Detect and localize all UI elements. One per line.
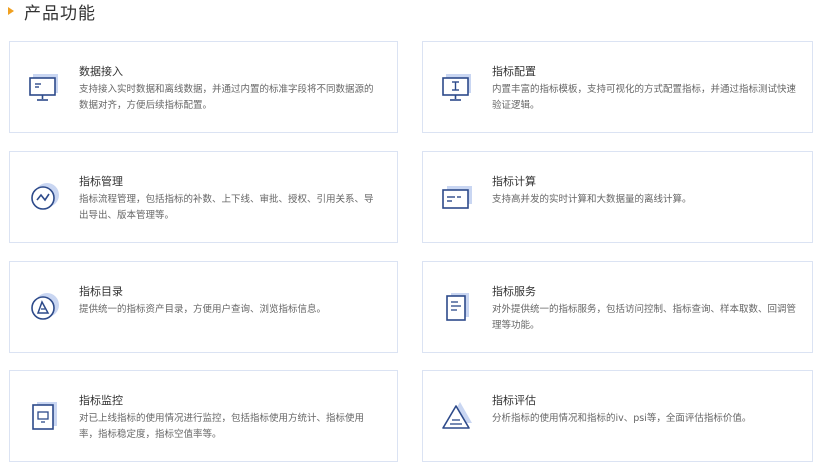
feature-card-metric-monitor[interactable]: 指标监控 对已上线指标的使用情况进行监控，包括指标使用方统计、指标使用率，指标稳…: [9, 370, 398, 462]
feature-title: 指标服务: [492, 285, 536, 298]
feature-desc: 对外提供统一的指标服务，包括访问控制、指标查询、样本取数、回调管理等功能。: [492, 304, 797, 331]
section-title: 产品功能: [24, 3, 96, 24]
catalog-icon: [31, 293, 59, 320]
feature-card-metric-management[interactable]: 指标管理 指标流程管理，包括指标的补数、上下线、审批、授权、引用关系、导出导出、…: [9, 151, 398, 243]
feature-desc: 支持高并发的实时计算和大数据量的离线计算。: [492, 194, 692, 205]
feature-card-metric-compute[interactable]: 指标计算 支持高并发的实时计算和大数据量的离线计算。: [422, 151, 813, 243]
feature-desc: 指标流程管理，包括指标的补数、上下线、审批、授权、引用关系、导出导出、版本管理等…: [79, 194, 374, 221]
feature-desc: 支持接入实时数据和离线数据，并通过内置的标准字段将不同数据源的数据对齐，方便后续…: [79, 84, 374, 111]
config-monitor-icon: [442, 74, 471, 101]
feature-card-metric-service[interactable]: 指标服务 对外提供统一的指标服务，包括访问控制、指标查询、样本取数、回调管理等功…: [422, 261, 813, 353]
document-icon: [446, 293, 469, 321]
warning-triangle-icon: [442, 402, 472, 429]
trend-circle-icon: [31, 183, 59, 210]
feature-desc: 内置丰富的指标模板，支持可视化的方式配置指标，并通过指标测试快速验证逻辑。: [492, 84, 797, 111]
monitor-square-icon: [32, 402, 57, 430]
feature-title: 指标计算: [492, 175, 536, 188]
feature-card-metric-evaluation[interactable]: 指标评估 分析指标的使用情况和指标的iv、psi等，全面评估指标价值。: [422, 370, 813, 462]
feature-card-metric-config[interactable]: 指标配置 内置丰富的指标模板，支持可视化的方式配置指标，并通过指标测试快速验证逻…: [422, 41, 813, 133]
feature-desc: 对已上线指标的使用情况进行监控，包括指标使用方统计、指标使用率，指标稳定度，指标…: [79, 413, 365, 440]
feature-desc: 提供统一的指标资产目录，方便用户查询、浏览指标信息。: [79, 304, 327, 315]
feature-card-data-ingest[interactable]: 数据接入 支持接入实时数据和离线数据，并通过内置的标准字段将不同数据源的数据对齐…: [9, 41, 398, 133]
section-header: 产品功能: [8, 0, 96, 24]
feature-title: 数据接入: [79, 65, 123, 78]
monitor-icon: [29, 74, 58, 101]
feature-title: 指标目录: [79, 285, 123, 298]
feature-title: 指标评估: [492, 394, 536, 407]
feature-title: 指标管理: [79, 175, 123, 188]
feature-title: 指标配置: [492, 65, 536, 78]
feature-title: 指标监控: [79, 394, 123, 407]
feature-desc: 分析指标的使用情况和指标的iv、psi等，全面评估指标价值。: [492, 413, 752, 424]
calculator-icon: [442, 186, 472, 209]
section-arrow-icon: [8, 7, 14, 15]
feature-card-metric-catalog[interactable]: 指标目录 提供统一的指标资产目录，方便用户查询、浏览指标信息。: [9, 261, 398, 353]
